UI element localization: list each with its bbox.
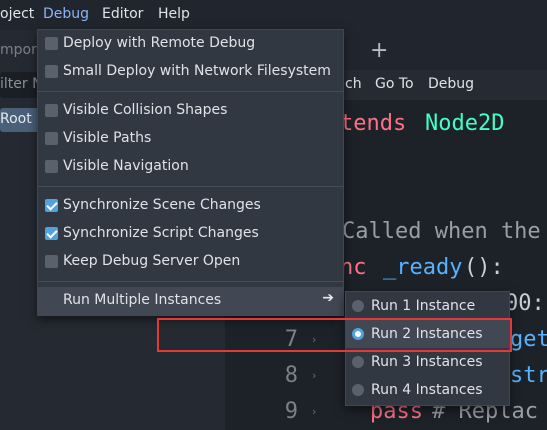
radio-icon[interactable] <box>352 300 364 312</box>
add-tab-icon[interactable]: + <box>370 38 388 63</box>
code-line-partial: str <box>510 363 547 388</box>
menu-item-label: Visible Navigation <box>63 158 189 174</box>
menu-item-label: Run Multiple Instances <box>63 292 222 308</box>
radio-icon[interactable] <box>352 384 364 396</box>
menu-item-run-multiple-instances[interactable]: Run Multiple Instances ➔ <box>37 287 344 315</box>
fold-arrow-icon[interactable]: › <box>312 405 316 418</box>
submenu-item-run-1-instance[interactable]: Run 1 Instance <box>345 292 510 320</box>
menu-item-label: Visible Collision Shapes <box>63 102 228 118</box>
menu-item-sync-script-changes[interactable]: Synchronize Script Changes <box>37 220 344 248</box>
submenu-item-label: Run 1 Instance <box>371 298 476 314</box>
menu-go-to[interactable]: Go To <box>375 76 414 92</box>
code-extends-keyword: tends <box>340 111 407 136</box>
line-number: 8 <box>284 363 298 388</box>
menu-item-sync-scene-changes[interactable]: Synchronize Scene Changes <box>37 192 344 220</box>
menu-item-visible-navigation[interactable]: Visible Navigation <box>37 153 344 181</box>
code-ready-function: _ready <box>383 255 463 280</box>
menu-item-visible-paths[interactable]: Visible Paths <box>37 125 344 153</box>
menu-item-keep-debug-server-open[interactable]: Keep Debug Server Open <box>37 248 344 276</box>
submenu-item-run-3-instances[interactable]: Run 3 Instances <box>345 348 510 376</box>
import-tab[interactable]: mport <box>0 42 42 58</box>
code-line-partial: 00: <box>505 291 545 316</box>
checkbox-icon[interactable] <box>45 132 58 145</box>
submenu-item-label: Run 4 Instances <box>371 382 483 398</box>
menu-separator <box>37 281 344 282</box>
menu-help[interactable]: Help <box>158 6 190 22</box>
menu-item-deploy-remote-debug[interactable]: Deploy with Remote Debug <box>37 30 344 58</box>
submenu-item-run-4-instances[interactable]: Run 4 Instances <box>345 376 510 404</box>
checkbox-icon[interactable] <box>45 160 58 173</box>
code-ready-parens: (): <box>464 255 504 280</box>
menu-item-small-deploy[interactable]: Small Deploy with Network Filesystem <box>37 58 344 86</box>
menu-script-debug[interactable]: Debug <box>428 76 474 92</box>
menu-separator <box>37 91 344 92</box>
menu-project[interactable]: oject <box>0 6 34 22</box>
menu-debug[interactable]: Debug <box>43 6 89 22</box>
menu-item-label: Deploy with Remote Debug <box>63 35 256 51</box>
menu-search[interactable]: ch <box>345 76 362 92</box>
checkbox-icon[interactable] <box>45 65 58 78</box>
code-line-partial: get <box>510 327 547 352</box>
line-number: 9 <box>284 399 298 424</box>
checkbox-icon[interactable] <box>45 37 58 50</box>
scene-tree-root[interactable]: Root <box>0 108 40 132</box>
code-node2d-type: Node2D <box>425 111 505 136</box>
checkbox-checked-icon[interactable] <box>45 199 58 212</box>
menu-item-label: Small Deploy with Network Filesystem <box>63 63 331 79</box>
menu-item-label: Keep Debug Server Open <box>63 253 241 269</box>
checkbox-icon[interactable] <box>45 104 58 117</box>
menu-item-visible-collision-shapes[interactable]: Visible Collision Shapes <box>37 97 344 125</box>
menu-editor[interactable]: Editor <box>102 6 143 22</box>
menu-separator <box>37 186 344 187</box>
menu-item-label: Synchronize Script Changes <box>63 225 259 241</box>
highlight-annotation <box>157 318 512 352</box>
submenu-item-label: Run 3 Instances <box>371 354 483 370</box>
menu-item-label: Synchronize Scene Changes <box>63 197 261 213</box>
menu-item-label: Visible Paths <box>63 130 152 146</box>
fold-arrow-icon[interactable]: › <box>312 369 316 382</box>
checkbox-checked-icon[interactable] <box>45 227 58 240</box>
checkbox-icon[interactable] <box>45 255 58 268</box>
code-comment: Called when the <box>342 219 541 244</box>
arrow-right-icon: ➔ <box>322 290 334 306</box>
radio-icon[interactable] <box>352 356 364 368</box>
